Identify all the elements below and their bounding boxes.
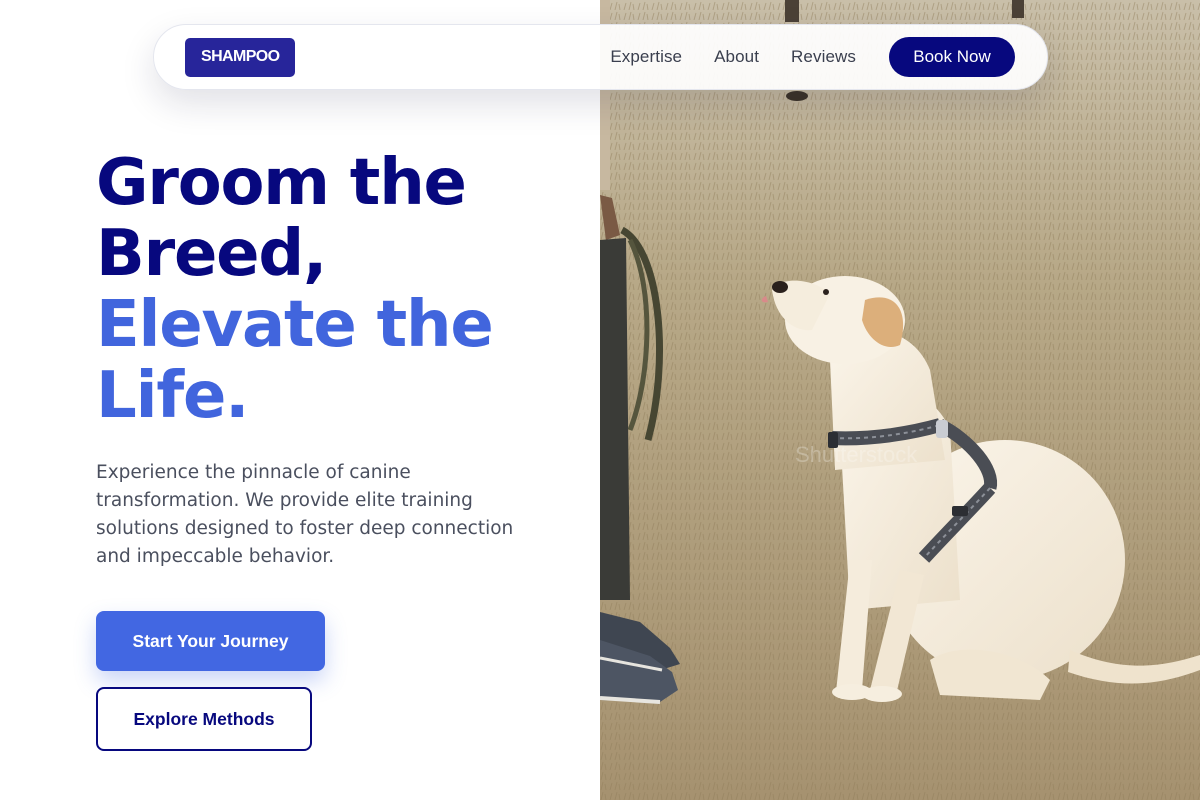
nav-link-reviews[interactable]: Reviews xyxy=(791,47,856,67)
hero-title-line-1: Groom the xyxy=(96,146,467,220)
watermark-text: Shutterstock xyxy=(795,442,918,467)
explore-methods-button[interactable]: Explore Methods xyxy=(96,687,312,751)
hero-title: Groom the Breed, Elevate the Life. xyxy=(96,148,576,432)
hero-title-line-3: Elevate the xyxy=(96,288,494,362)
hero-photo: Shutterstock xyxy=(600,0,1200,800)
brand-logo[interactable]: SHAMPOO xyxy=(185,37,296,77)
nav-link-expertise[interactable]: Expertise xyxy=(610,47,682,67)
navbar: SHAMPOO Expertise About Reviews Book Now xyxy=(153,24,1048,90)
hero-title-line-2: Breed, xyxy=(96,217,327,291)
start-journey-button[interactable]: Start Your Journey xyxy=(96,611,325,671)
nav-link-about[interactable]: About xyxy=(714,47,759,67)
dog-photo-illustration: Shutterstock xyxy=(600,0,1200,800)
nav-links: Expertise About Reviews xyxy=(610,47,856,67)
book-now-button[interactable]: Book Now xyxy=(889,37,1015,77)
hero-description: Experience the pinnacle of canine transf… xyxy=(96,462,514,567)
hero-title-line-4: Life. xyxy=(96,359,249,433)
